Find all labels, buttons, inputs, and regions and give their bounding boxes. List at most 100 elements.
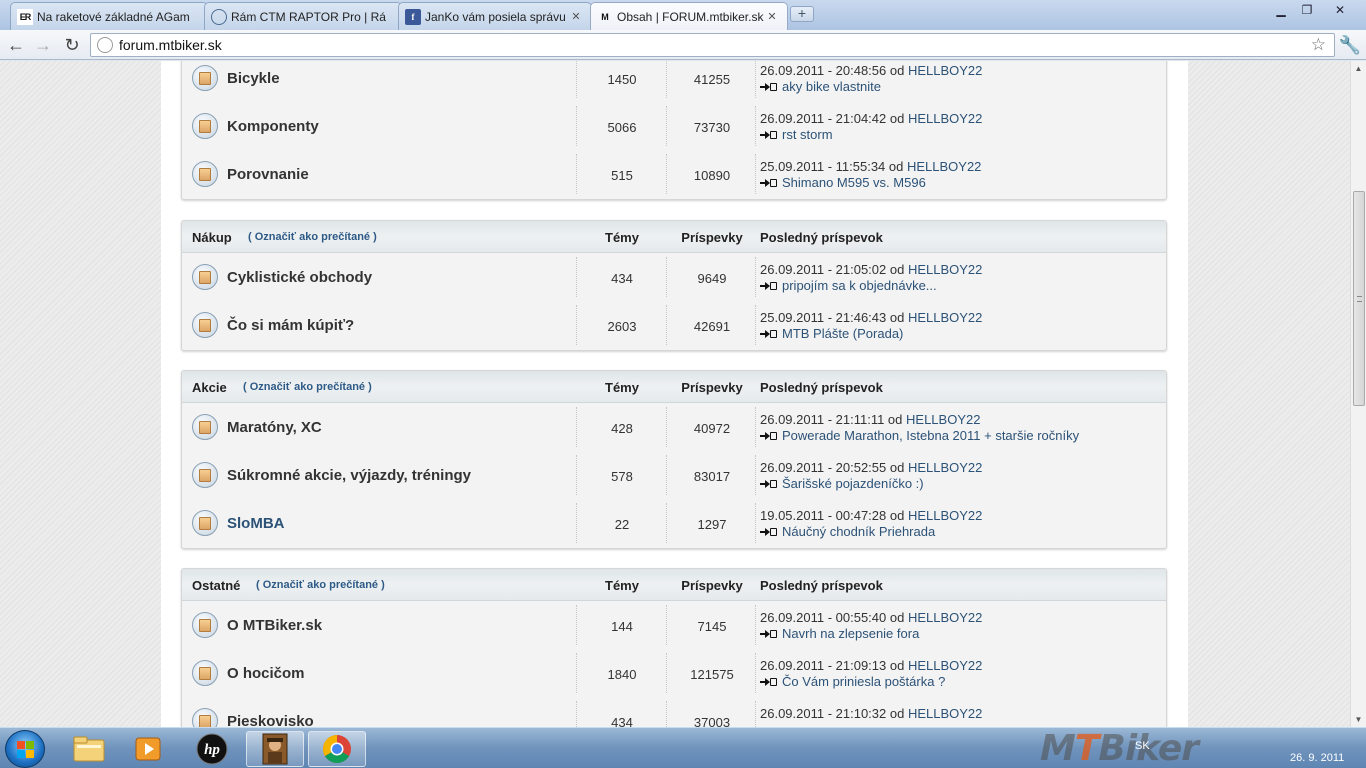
- forum-link[interactable]: Komponenty: [227, 118, 319, 135]
- column-header-last-post: Posledný príspevok: [760, 380, 883, 395]
- svg-text:hp: hp: [204, 742, 220, 758]
- column-header-last-post: Posledný príspevok: [760, 578, 883, 593]
- last-post-user[interactable]: HELLBOY22: [907, 159, 981, 174]
- go-to-post-icon[interactable]: [760, 479, 777, 489]
- forum-link[interactable]: Porovnanie: [227, 166, 309, 183]
- game-icon[interactable]: [246, 731, 304, 767]
- go-to-post-icon[interactable]: [760, 329, 777, 339]
- new-tab-button[interactable]: +: [790, 6, 814, 22]
- last-post-date: 26.09.2011 - 20:52:55 od: [760, 460, 908, 475]
- last-post-user[interactable]: HELLBOY22: [908, 460, 982, 475]
- close-window-icon[interactable]: ✕: [1320, 0, 1360, 20]
- forum-link[interactable]: Čo si mám kúpiť?: [227, 317, 354, 334]
- forum-icon: [192, 161, 218, 187]
- last-post-topic[interactable]: pripojím sa k objednávke...: [782, 278, 937, 294]
- section-title: Nákup: [192, 230, 232, 245]
- last-post-topic[interactable]: Powerade Marathon, Istebna 2011 + starši…: [782, 428, 1079, 444]
- close-icon[interactable]: ✕: [569, 10, 583, 23]
- go-to-post-icon[interactable]: [760, 527, 777, 537]
- forum-link[interactable]: SloMBA: [227, 515, 285, 532]
- wrench-icon[interactable]: 🔧: [1339, 34, 1361, 56]
- posts-count: 41255: [693, 72, 731, 87]
- last-post-topic[interactable]: Šarišské pojazdeníčko :): [782, 476, 924, 492]
- last-post-user[interactable]: HELLBOY22: [908, 610, 982, 625]
- explorer-icon[interactable]: [60, 731, 118, 767]
- last-post-date: 26.09.2011 - 21:05:02 od: [760, 262, 908, 277]
- close-icon[interactable]: ✕: [765, 10, 779, 23]
- forum-link[interactable]: Bicykle: [227, 70, 280, 87]
- chrome-icon[interactable]: [308, 731, 366, 767]
- last-post-user[interactable]: HELLBOY22: [908, 658, 982, 673]
- column-header-posts: Príspevky: [681, 230, 743, 245]
- forum-link[interactable]: O MTBiker.sk: [227, 617, 322, 634]
- go-to-post-icon[interactable]: [760, 130, 777, 140]
- scroll-up-icon[interactable]: ▲: [1351, 61, 1366, 76]
- go-to-post-icon[interactable]: [760, 677, 777, 687]
- reload-icon[interactable]: ↻: [61, 34, 83, 56]
- last-post-topic[interactable]: MTB Plášte (Porada): [782, 326, 903, 342]
- posts-count: 83017: [693, 469, 731, 484]
- column-header-posts: Príspevky: [681, 380, 743, 395]
- forum-row: Čo si mám kúpiť? 2603 42691 25.09.2011 -…: [182, 301, 1166, 349]
- browser-tab-active[interactable]: M Obsah | FORUM.mtbiker.sk ✕: [590, 2, 788, 30]
- forum-link[interactable]: Cyklistické obchody: [227, 269, 372, 286]
- forum-row: Bicykle 1450 41255 26.09.2011 - 20:48:56…: [182, 61, 1166, 102]
- last-post-date: 26.09.2011 - 21:10:32 od: [760, 706, 908, 721]
- last-post: 26.09.2011 - 21:10:32 od HELLBOY22: [760, 706, 982, 722]
- topics-count: 5066: [607, 120, 637, 135]
- bookmark-star-icon[interactable]: ☆: [1311, 35, 1326, 55]
- hp-icon[interactable]: hp: [183, 731, 241, 767]
- minimize-icon[interactable]: ▁: [1268, 0, 1294, 20]
- go-to-post-icon[interactable]: [760, 82, 777, 92]
- last-post-date: 26.09.2011 - 20:48:56 od: [760, 63, 908, 78]
- back-icon[interactable]: ←: [5, 34, 27, 56]
- watermark-logo: MTBiker: [1040, 728, 1199, 768]
- forum-link[interactable]: O hocičom: [227, 665, 305, 682]
- forum-link[interactable]: Pieskovisko: [227, 713, 314, 727]
- last-post-user[interactable]: HELLBOY22: [908, 63, 982, 78]
- mark-read-link[interactable]: ( Označiť ako prečítané ): [248, 231, 377, 243]
- last-post-user[interactable]: HELLBOY22: [908, 310, 982, 325]
- last-post-topic[interactable]: Náučný chodník Priehrada: [782, 524, 935, 540]
- mtbiker-icon: M: [601, 11, 609, 22]
- last-post-user[interactable]: HELLBOY22: [908, 262, 982, 277]
- page-scrollbar[interactable]: ▲ ▼: [1350, 61, 1366, 727]
- last-post-topic[interactable]: aky bike vlastnite: [782, 79, 881, 95]
- browser-tab[interactable]: Rám CTM RAPTOR Pro | Rá: [204, 2, 402, 30]
- forum-link[interactable]: Maratóny, XC: [227, 419, 322, 436]
- posts-count: 1297: [697, 517, 727, 532]
- last-post-topic[interactable]: Čo Vám priniesla poštárka ?: [782, 674, 945, 690]
- section-header: Ostatné ( Označiť ako prečítané ) Témy P…: [182, 569, 1166, 601]
- scroll-down-icon[interactable]: ▼: [1351, 712, 1366, 727]
- media-player-icon[interactable]: [120, 731, 178, 767]
- go-to-post-icon[interactable]: [760, 629, 777, 639]
- go-to-post-icon[interactable]: [760, 431, 777, 441]
- address-bar[interactable]: forum.mtbiker.sk ☆: [90, 33, 1335, 57]
- last-post-topic[interactable]: rst storm: [782, 127, 833, 143]
- forum-row: Maratóny, XC 428 40972 26.09.2011 - 21:1…: [182, 403, 1166, 451]
- maximize-icon[interactable]: ❐: [1294, 0, 1320, 20]
- language-indicator[interactable]: SK: [1135, 740, 1150, 752]
- last-post-topic[interactable]: Navrh na zlepsenie fora: [782, 626, 919, 642]
- forum-link[interactable]: Súkromné akcie, výjazdy, tréningy: [227, 467, 471, 484]
- clock-date[interactable]: 26. 9. 2011: [1290, 752, 1344, 764]
- last-post-user[interactable]: HELLBOY22: [908, 706, 982, 721]
- last-post-user[interactable]: HELLBOY22: [908, 508, 982, 523]
- forward-icon[interactable]: →: [32, 34, 54, 56]
- url-text: forum.mtbiker.sk: [119, 37, 222, 53]
- go-to-post-icon[interactable]: [760, 178, 777, 188]
- browser-tab[interactable]: ER Na raketové základné AGam: [10, 2, 208, 30]
- mark-read-link[interactable]: ( Označiť ako prečítané ): [243, 381, 372, 393]
- forum-row: O hocičom 1840 121575 26.09.2011 - 21:09…: [182, 649, 1166, 697]
- forum-icon: [192, 660, 218, 686]
- last-post: 26.09.2011 - 20:52:55 od HELLBOY22 Šariš…: [760, 460, 982, 492]
- last-post-user[interactable]: HELLBOY22: [906, 412, 980, 427]
- start-button[interactable]: [5, 730, 45, 768]
- scrollbar-thumb[interactable]: [1353, 191, 1365, 406]
- windows-logo-icon: [17, 741, 35, 759]
- go-to-post-icon[interactable]: [760, 281, 777, 291]
- last-post-user[interactable]: HELLBOY22: [908, 111, 982, 126]
- browser-tab[interactable]: f JanKo vám posiela správu ✕: [398, 2, 592, 30]
- last-post-topic[interactable]: Shimano M595 vs. M596: [782, 175, 926, 191]
- mark-read-link[interactable]: ( Označiť ako prečítané ): [256, 579, 385, 591]
